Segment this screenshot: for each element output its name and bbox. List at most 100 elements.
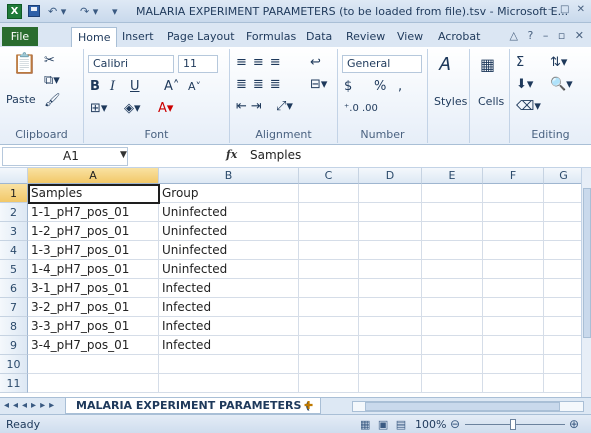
font-size-select[interactable]: 11 <box>178 55 218 73</box>
cell-empty[interactable] <box>544 184 581 203</box>
cell-empty[interactable] <box>299 222 359 241</box>
row-header[interactable]: 11 <box>0 374 28 393</box>
cell-empty[interactable] <box>359 241 422 260</box>
vertical-align-icons[interactable]: ≡≡≡ <box>236 55 287 71</box>
row-header[interactable]: 1 <box>0 184 28 203</box>
window-controls[interactable]: – □ ✕ <box>548 4 587 15</box>
cell-empty[interactable] <box>299 355 359 374</box>
cell-empty[interactable] <box>544 336 581 355</box>
cell-empty[interactable] <box>422 222 483 241</box>
cell-empty[interactable] <box>544 241 581 260</box>
currency-button[interactable]: $ <box>344 79 352 95</box>
cell-sample[interactable]: 1-4_pH7_pos_01 <box>28 260 159 279</box>
tab-home[interactable]: Home <box>71 27 118 47</box>
cell-sample[interactable] <box>28 374 159 393</box>
view-buttons[interactable]: ▦ ▣ ▤ <box>360 418 408 431</box>
column-header-b[interactable]: B <box>159 168 299 184</box>
cell-sample[interactable]: Samples <box>28 184 159 203</box>
column-header-f[interactable]: F <box>483 168 544 184</box>
cell-empty[interactable] <box>483 317 544 336</box>
insert-function-button[interactable]: fx <box>226 148 237 161</box>
cell-empty[interactable] <box>544 222 581 241</box>
vertical-scroll-thumb[interactable] <box>583 188 591 338</box>
cell-empty[interactable] <box>359 336 422 355</box>
horizontal-align-icons[interactable]: ≣≣≣ <box>236 77 287 93</box>
cell-empty[interactable] <box>299 317 359 336</box>
cells-icon[interactable]: ▦ <box>480 57 495 73</box>
row-header[interactable]: 10 <box>0 355 28 374</box>
row-header[interactable]: 8 <box>0 317 28 336</box>
merge-cells-icon[interactable]: ⊟▾ <box>310 77 327 93</box>
cell-empty[interactable] <box>359 222 422 241</box>
cut-icon[interactable]: ✂ <box>44 53 55 69</box>
percent-button[interactable]: % <box>374 79 386 95</box>
cell-group[interactable]: Uninfected <box>159 260 299 279</box>
cell-group[interactable]: Uninfected <box>159 222 299 241</box>
cell-group[interactable]: Uninfected <box>159 203 299 222</box>
cell-group[interactable]: Uninfected <box>159 241 299 260</box>
customize-quick-access-icon[interactable]: ▾ <box>112 4 118 19</box>
cell-empty[interactable] <box>359 298 422 317</box>
cell-group[interactable]: Group <box>159 184 299 203</box>
cell-empty[interactable] <box>422 279 483 298</box>
row-header[interactable]: 9 <box>0 336 28 355</box>
cell-empty[interactable] <box>483 241 544 260</box>
cell-sample[interactable] <box>28 355 159 374</box>
cell-empty[interactable] <box>299 374 359 393</box>
tab-page-layout[interactable]: Page Layout <box>167 27 235 47</box>
tab-insert[interactable]: Insert <box>122 27 154 47</box>
borders-icon[interactable]: ⊞▾ <box>90 101 107 117</box>
cell-sample[interactable]: 1-2_pH7_pos_01 <box>28 222 159 241</box>
cell-empty[interactable] <box>422 298 483 317</box>
cell-empty[interactable] <box>483 279 544 298</box>
cell-empty[interactable] <box>299 298 359 317</box>
cell-empty[interactable] <box>483 355 544 374</box>
cell-empty[interactable] <box>299 336 359 355</box>
cell-empty[interactable] <box>299 241 359 260</box>
zoom-in-button[interactable]: ⊕ <box>569 417 579 431</box>
cell-empty[interactable] <box>544 355 581 374</box>
tab-acrobat[interactable]: Acrobat <box>438 27 480 47</box>
column-header-a[interactable]: A <box>28 168 159 184</box>
styles-icon[interactable]: 𝐴 <box>438 56 450 74</box>
row-header[interactable]: 6 <box>0 279 28 298</box>
formula-input[interactable]: Samples <box>250 148 301 162</box>
indent-icons[interactable]: ⇤⇥ <box>236 99 266 115</box>
ribbon-controls[interactable]: △ ? – ▫ ✕ <box>510 29 587 42</box>
cell-empty[interactable] <box>422 355 483 374</box>
cell-empty[interactable] <box>483 260 544 279</box>
cell-empty[interactable] <box>359 374 422 393</box>
tab-view[interactable]: View <box>397 27 423 47</box>
select-all-corner[interactable] <box>0 168 28 184</box>
cell-empty[interactable] <box>483 336 544 355</box>
horizontal-scroll-thumb[interactable] <box>365 402 560 411</box>
cell-sample[interactable]: 3-3_pH7_pos_01 <box>28 317 159 336</box>
cell-group[interactable]: Infected <box>159 317 299 336</box>
row-header[interactable]: 5 <box>0 260 28 279</box>
tab-data[interactable]: Data <box>306 27 332 47</box>
cell-empty[interactable] <box>422 241 483 260</box>
paste-button[interactable]: Paste <box>6 93 36 107</box>
cell-group[interactable]: Infected <box>159 279 299 298</box>
font-color-icon[interactable]: A▾ <box>158 101 173 117</box>
name-box-dropdown-icon[interactable]: ▼ <box>120 150 127 160</box>
undo-icon[interactable]: ↶ ▾ <box>48 4 66 19</box>
font-name-select[interactable]: Calibri <box>88 55 174 73</box>
bold-button[interactable]: B <box>90 79 100 95</box>
save-icon[interactable] <box>28 5 40 17</box>
cell-empty[interactable] <box>359 184 422 203</box>
underline-button[interactable]: U <box>130 79 140 95</box>
number-format-select[interactable]: General <box>342 55 422 73</box>
cell-empty[interactable] <box>544 260 581 279</box>
decimal-icons[interactable]: ⁺.0 .00 <box>344 101 378 117</box>
sheet-tab[interactable]: MALARIA EXPERIMENT PARAMETERS ( <box>65 398 322 414</box>
cell-sample[interactable]: 1-1_pH7_pos_01 <box>28 203 159 222</box>
cell-empty[interactable] <box>299 279 359 298</box>
cell-group[interactable]: Infected <box>159 336 299 355</box>
column-header-d[interactable]: D <box>359 168 422 184</box>
fill-color-icon[interactable]: ◈▾ <box>124 101 141 117</box>
row-header[interactable]: 7 <box>0 298 28 317</box>
name-box[interactable]: A1 <box>2 147 128 166</box>
cell-empty[interactable] <box>422 336 483 355</box>
italic-button[interactable]: I <box>110 79 115 95</box>
